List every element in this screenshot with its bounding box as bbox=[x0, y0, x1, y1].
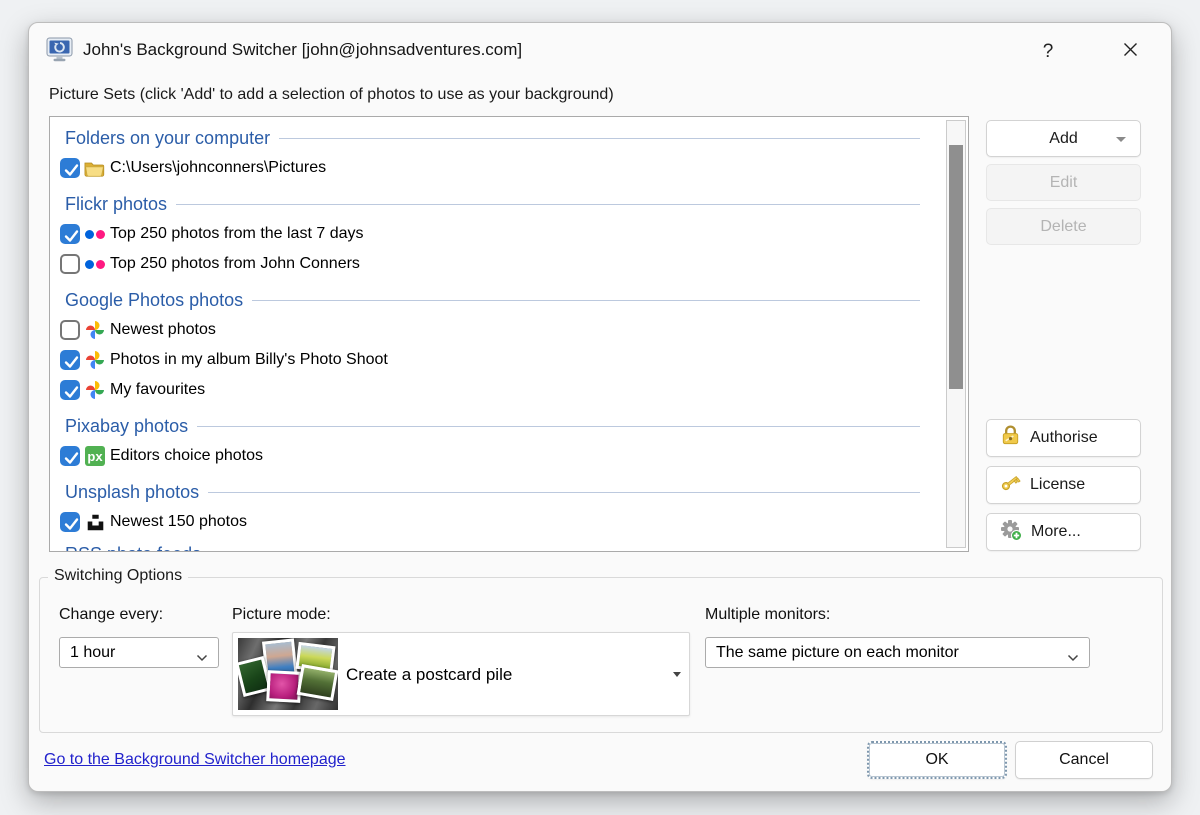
checkbox[interactable] bbox=[60, 320, 80, 340]
item-label: My favourites bbox=[110, 381, 205, 399]
section-title: Folders on your computer bbox=[65, 128, 270, 149]
item-label: Newest 150 photos bbox=[110, 513, 247, 531]
google-photos-icon bbox=[84, 379, 106, 401]
titlebar: John's Background Switcher [john@johnsad… bbox=[29, 23, 1171, 81]
add-button[interactable]: Add bbox=[986, 120, 1141, 157]
license-button[interactable]: License bbox=[986, 466, 1141, 504]
multiple-monitors-select[interactable]: The same picture on each monitor bbox=[705, 637, 1090, 668]
picture-sets-list-content: Folders on your computer C:\Users\johnco… bbox=[50, 117, 948, 552]
item-label: Newest photos bbox=[110, 321, 216, 339]
help-icon: ? bbox=[1043, 41, 1054, 63]
homepage-link[interactable]: Go to the Background Switcher homepage bbox=[44, 751, 346, 769]
help-button[interactable]: ? bbox=[1027, 32, 1069, 72]
section-header-rss: RSS photo feeds bbox=[50, 539, 948, 552]
unsplash-icon bbox=[84, 511, 106, 533]
item-label: Editors choice photos bbox=[110, 447, 263, 465]
change-every-value: 1 hour bbox=[70, 644, 115, 662]
section-title: Google Photos photos bbox=[65, 290, 243, 311]
multiple-monitors-value: The same picture on each monitor bbox=[716, 644, 959, 662]
multiple-monitors-label: Multiple monitors: bbox=[705, 606, 830, 624]
gear-plus-icon bbox=[999, 518, 1023, 547]
list-item[interactable]: px Editors choice photos bbox=[50, 441, 948, 471]
list-item[interactable]: Newest 150 photos bbox=[50, 507, 948, 537]
ok-button[interactable]: OK bbox=[867, 741, 1007, 779]
window-title: John's Background Switcher [john@johnsad… bbox=[83, 40, 522, 60]
picture-sets-list[interactable]: Folders on your computer C:\Users\johnco… bbox=[49, 116, 969, 552]
screen: John's Background Switcher [john@johnsad… bbox=[0, 0, 1200, 815]
list-item[interactable]: Photos in my album Billy's Photo Shoot bbox=[50, 345, 948, 375]
app-icon bbox=[46, 37, 73, 62]
item-label: Photos in my album Billy's Photo Shoot bbox=[110, 351, 388, 369]
checkbox[interactable] bbox=[60, 254, 80, 274]
change-every-select[interactable]: 1 hour bbox=[59, 637, 219, 668]
authorise-button-label: Authorise bbox=[1030, 429, 1098, 447]
delete-button[interactable]: Delete bbox=[986, 208, 1141, 245]
scrollbar-thumb[interactable] bbox=[949, 145, 963, 389]
section-title: Flickr photos bbox=[65, 194, 167, 215]
picture-mode-caret-icon bbox=[673, 672, 681, 677]
list-item[interactable]: Top 250 photos from the last 7 days bbox=[50, 219, 948, 249]
flickr-icon bbox=[84, 223, 106, 245]
more-button[interactable]: More... bbox=[986, 513, 1141, 551]
checkbox[interactable] bbox=[60, 350, 80, 370]
switching-options-group: Switching Options Change every: 1 hour P… bbox=[39, 577, 1163, 733]
google-photos-icon bbox=[84, 349, 106, 371]
padlock-icon bbox=[999, 424, 1022, 452]
more-button-label: More... bbox=[1031, 523, 1081, 541]
section-header-flickr: Flickr photos bbox=[50, 189, 948, 219]
section-divider bbox=[252, 300, 920, 301]
checkbox[interactable] bbox=[60, 224, 80, 244]
section-header-pixabay: Pixabay photos bbox=[50, 411, 948, 441]
item-label: C:\Users\johnconners\Pictures bbox=[110, 159, 326, 177]
checkbox[interactable] bbox=[60, 158, 80, 178]
edit-button-label: Edit bbox=[1050, 174, 1078, 192]
section-divider bbox=[197, 426, 920, 427]
authorise-button[interactable]: Authorise bbox=[986, 419, 1141, 457]
section-header-folders: Folders on your computer bbox=[50, 123, 948, 153]
picture-mode-select[interactable]: Create a postcard pile bbox=[232, 632, 690, 716]
section-header-unsplash: Unsplash photos bbox=[50, 477, 948, 507]
google-photos-icon bbox=[84, 319, 106, 341]
section-divider bbox=[279, 138, 920, 139]
picture-mode-label: Picture mode: bbox=[232, 606, 331, 624]
section-title: Pixabay photos bbox=[65, 416, 188, 437]
license-button-label: License bbox=[1030, 476, 1085, 494]
section-title: Unsplash photos bbox=[65, 482, 199, 503]
cancel-button[interactable]: Cancel bbox=[1015, 741, 1153, 779]
folder-icon bbox=[84, 157, 106, 179]
add-dropdown-caret-icon[interactable] bbox=[1116, 137, 1126, 142]
change-every-label: Change every: bbox=[59, 606, 163, 624]
list-item[interactable]: Newest photos bbox=[50, 315, 948, 345]
section-title: RSS photo feeds bbox=[65, 544, 201, 553]
chevron-down-icon bbox=[196, 649, 208, 657]
chevron-down-icon bbox=[1067, 649, 1079, 657]
checkbox[interactable] bbox=[60, 512, 80, 532]
checkbox[interactable] bbox=[60, 380, 80, 400]
pixabay-icon: px bbox=[84, 445, 106, 467]
key-icon bbox=[999, 471, 1022, 499]
close-icon bbox=[1123, 42, 1138, 62]
add-button-label: Add bbox=[1049, 130, 1077, 148]
item-label: Top 250 photos from the last 7 days bbox=[110, 225, 363, 243]
close-button[interactable] bbox=[1109, 32, 1151, 72]
list-item[interactable]: Top 250 photos from John Conners bbox=[50, 249, 948, 279]
scrollbar[interactable] bbox=[946, 120, 966, 548]
section-divider bbox=[208, 492, 920, 493]
ok-button-label: OK bbox=[925, 751, 948, 769]
section-divider bbox=[176, 204, 920, 205]
list-item[interactable]: C:\Users\johnconners\Pictures bbox=[50, 153, 948, 183]
switching-options-label: Switching Options bbox=[48, 567, 188, 585]
picture-mode-value: Create a postcard pile bbox=[346, 633, 512, 717]
item-label: Top 250 photos from John Conners bbox=[110, 255, 360, 273]
list-item[interactable]: My favourites bbox=[50, 375, 948, 405]
cancel-button-label: Cancel bbox=[1059, 751, 1109, 769]
edit-button[interactable]: Edit bbox=[986, 164, 1141, 201]
delete-button-label: Delete bbox=[1040, 218, 1086, 236]
checkbox[interactable] bbox=[60, 446, 80, 466]
background-switcher-dialog: John's Background Switcher [john@johnsad… bbox=[28, 22, 1172, 792]
flickr-icon bbox=[84, 253, 106, 275]
picture-sets-label: Picture Sets (click 'Add' to add a selec… bbox=[49, 86, 614, 104]
postcard-pile-thumbnail bbox=[238, 638, 338, 710]
section-header-google-photos: Google Photos photos bbox=[50, 285, 948, 315]
